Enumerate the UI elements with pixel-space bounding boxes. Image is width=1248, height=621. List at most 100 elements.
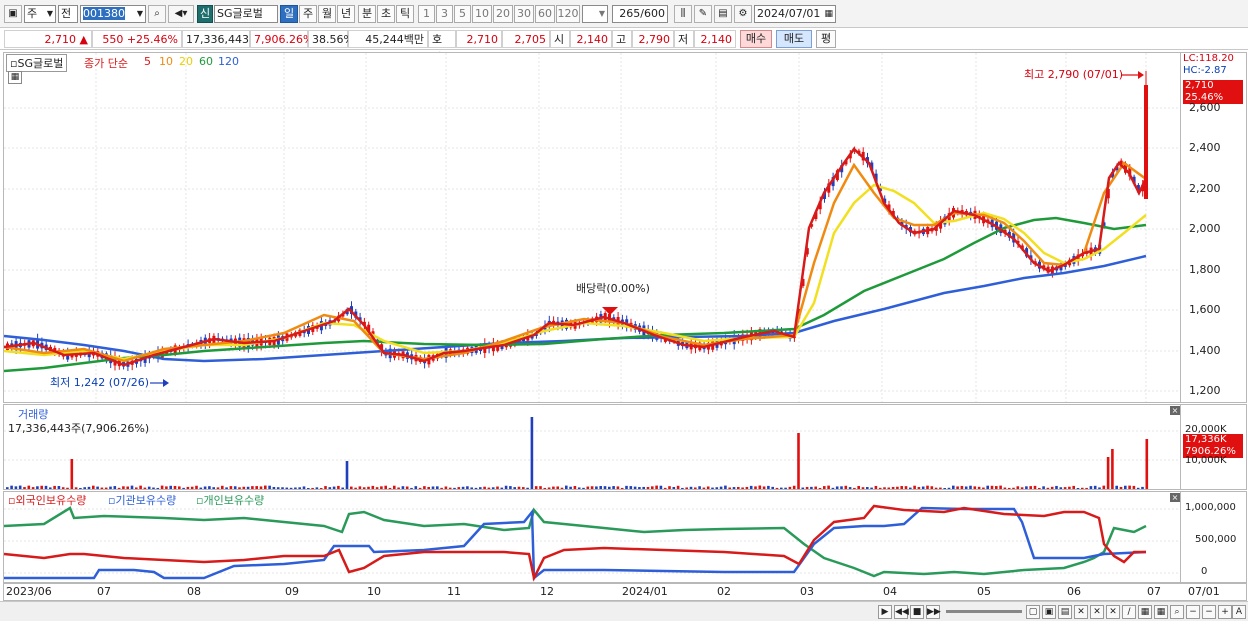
buy-button[interactable]: 매수 <box>740 30 772 48</box>
fast-forward-icon[interactable]: ▶▶ <box>926 605 941 619</box>
volume-bar <box>117 487 121 489</box>
stock-name-input[interactable]: SG글로벌 <box>214 5 278 23</box>
legend-ma10: 10 <box>159 55 173 68</box>
minute-120-button[interactable]: 120 <box>556 5 580 23</box>
market-select[interactable]: 전 <box>58 5 78 23</box>
volume-bars-group <box>6 417 1149 489</box>
min-arrow-icon <box>163 379 169 387</box>
volume-bar <box>866 487 869 489</box>
period-month-button[interactable]: 월 <box>318 5 336 23</box>
volume-chart-panel[interactable]: 거래량 17,336,443주(7,906.26%) × <box>3 404 1181 490</box>
price-chart-svg[interactable] <box>4 53 1180 402</box>
hold-y-tick: 0 <box>1201 566 1208 577</box>
auto-scale-icon[interactable]: A <box>1232 605 1246 619</box>
window-menu-icon[interactable]: ▣ <box>4 5 22 23</box>
volume-bar <box>139 485 142 489</box>
period-second-button[interactable]: 초 <box>377 5 395 23</box>
close-icon[interactable]: × <box>1170 406 1180 415</box>
rewind-icon[interactable]: ◀◀ <box>894 605 909 619</box>
table-2-icon[interactable]: ▦ <box>1154 605 1168 619</box>
x-tick: 06 <box>1067 585 1081 598</box>
volume-bar <box>556 486 559 489</box>
volume-bar <box>6 487 9 489</box>
x-tick: 03 <box>800 585 814 598</box>
eval-button[interactable]: 평 <box>816 30 836 48</box>
chevron-down-icon: ▼ <box>136 9 143 18</box>
type-select[interactable]: 주 ▼ <box>24 5 56 23</box>
y-tick: 2,400 <box>1189 141 1221 154</box>
volume-bar <box>496 486 499 489</box>
period-minute-button[interactable]: 분 <box>358 5 376 23</box>
volume-bar <box>152 487 155 489</box>
table-icon[interactable]: ▦ <box>8 71 22 84</box>
volume-bar <box>491 487 495 489</box>
legend-institution-text: 기관보유수량 <box>115 494 177 507</box>
minute-30-button[interactable]: 30 <box>514 5 534 23</box>
draw-tool-icon[interactable]: ✎ <box>694 5 712 23</box>
volume-chart-svg[interactable] <box>4 405 1180 489</box>
minute-1-button[interactable]: 1 <box>418 5 435 23</box>
period-week-button[interactable]: 주 <box>299 5 317 23</box>
volume-bar <box>612 486 615 489</box>
volume-bar <box>909 487 912 489</box>
count-input[interactable]: 265/600 <box>612 5 668 23</box>
minute-60-button[interactable]: 60 <box>535 5 555 23</box>
volume-bar <box>960 485 964 489</box>
layout-2-icon[interactable]: ▣ <box>1042 605 1056 619</box>
volume-bar <box>384 485 387 489</box>
save-icon[interactable]: ▤ <box>714 5 732 23</box>
volume-bar <box>788 486 792 489</box>
volume-bar <box>186 486 190 489</box>
crosshair-3-icon[interactable]: ✕ <box>1106 605 1120 619</box>
volume-bar <box>100 487 104 489</box>
crosshair-icon[interactable]: ✕ <box>1074 605 1088 619</box>
play-icon[interactable]: ▶ <box>878 605 892 619</box>
volume-bar <box>870 487 873 489</box>
volume-bar <box>79 487 82 489</box>
volume-bar <box>233 486 237 489</box>
open-cell: 2,140 <box>570 30 612 48</box>
layout-3-icon[interactable]: ▤ <box>1058 605 1072 619</box>
code-input[interactable]: 001380 ▼ <box>80 5 146 23</box>
volume-bar <box>762 486 766 489</box>
open-label: 시 <box>550 30 570 48</box>
volume-bar <box>599 486 602 489</box>
holdings-chart-panel[interactable]: ▫외국인보유수량 ▫기관보유수량 ▫개인보유수량 × <box>3 491 1181 583</box>
period-year-button[interactable]: 년 <box>337 5 355 23</box>
gear-icon[interactable]: ⚙ <box>734 5 752 23</box>
period-day-button[interactable]: 일 <box>280 5 298 23</box>
stop-icon[interactable]: ■ <box>910 605 924 619</box>
period-tick-button[interactable]: 틱 <box>396 5 414 23</box>
minute-3-button[interactable]: 3 <box>436 5 453 23</box>
search-icon[interactable]: ⌕ <box>148 5 166 23</box>
minus-icon[interactable]: − <box>1186 605 1200 619</box>
line-icon[interactable]: ∕ <box>1122 605 1136 619</box>
foreign-holdings-line <box>4 504 1146 582</box>
zoom-in-icon[interactable]: + <box>1218 605 1232 619</box>
price-chart-panel[interactable]: ▫SG글로벌 종가 단순 5 10 20 60 120 ▦ 최고 2,790 (… <box>3 52 1181 403</box>
volume-bar <box>1038 487 1041 489</box>
zoom-slider[interactable] <box>946 610 1022 613</box>
date-input[interactable]: 2024/07/01 ▦ <box>754 5 836 23</box>
holdings-chart-svg[interactable] <box>4 492 1180 582</box>
sell-button[interactable]: 매도 <box>776 30 812 48</box>
volume-bar <box>853 487 856 489</box>
zoom-out-icon[interactable]: − <box>1202 605 1216 619</box>
candle-type-icon[interactable]: ⫼ <box>674 5 692 23</box>
volume-bar <box>891 486 895 489</box>
volume-bar <box>547 487 551 489</box>
volume-bar <box>160 485 164 489</box>
volume-bar <box>1076 487 1080 489</box>
y-tick: 2,200 <box>1189 182 1221 195</box>
volume-bar <box>771 486 774 489</box>
minute-20-button[interactable]: 20 <box>493 5 513 23</box>
crosshair-2-icon[interactable]: ✕ <box>1090 605 1104 619</box>
minute-5-button[interactable]: 5 <box>454 5 471 23</box>
close-icon[interactable]: × <box>1170 493 1180 502</box>
minute-10-button[interactable]: 10 <box>472 5 492 23</box>
layout-1-icon[interactable]: ▢ <box>1026 605 1040 619</box>
zoom-search-icon[interactable]: ⌕ <box>1170 605 1184 619</box>
custom-minute-select[interactable]: ▼ <box>582 5 608 23</box>
grid-icon[interactable]: ▦ <box>1138 605 1152 619</box>
sound-icon[interactable]: ◀▾ <box>168 5 194 23</box>
